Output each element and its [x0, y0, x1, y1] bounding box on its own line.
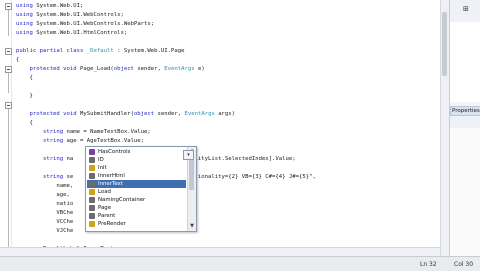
code-line[interactable]: using System.Web.UI.WebControls.WebParts…: [16, 20, 154, 29]
event-icon: [89, 189, 95, 195]
intellisense-item[interactable]: Parent: [87, 212, 186, 220]
intellisense-item[interactable]: PreRender: [87, 220, 186, 228]
intellisense-item-label: InnerHtml: [98, 173, 125, 179]
intellisense-item[interactable]: ID: [87, 156, 186, 164]
code-line[interactable]: {: [16, 56, 19, 65]
code-line[interactable]: natio: [16, 200, 73, 209]
fold-toggle-submit-handler[interactable]: [5, 102, 12, 109]
property-icon: [89, 157, 95, 163]
code-line[interactable]: VBChe: [16, 209, 73, 218]
intellisense-item-label: NamingContainer: [98, 197, 146, 203]
method-icon: [89, 149, 95, 155]
code-line[interactable]: {: [16, 119, 32, 128]
code-line[interactable]: {: [16, 74, 32, 83]
vertical-scrollbar[interactable]: [440, 0, 449, 256]
property-icon: [89, 181, 95, 187]
intellisense-item[interactable]: Load: [87, 188, 186, 196]
intellisense-item-label: Init: [98, 165, 107, 171]
code-line[interactable]: protected void Page_Load(object sender, …: [16, 65, 204, 74]
scrollbar-thumb[interactable]: [442, 12, 447, 76]
intellisense-popup[interactable]: HasControls ID Init InnerHtml InnerText Load N…: [85, 146, 197, 232]
intellisense-item[interactable]: Page: [87, 204, 186, 212]
property-icon: [89, 213, 95, 219]
code-line[interactable]: VCChe: [16, 218, 73, 227]
intellisense-item[interactable]: NamingContainer: [87, 196, 186, 204]
property-icon: [89, 173, 95, 179]
fold-toggle-class[interactable]: [5, 48, 12, 55]
code-line[interactable]: public partial class _Default : System.W…: [16, 47, 185, 56]
fold-margin: [2, 0, 14, 256]
code-line[interactable]: using System.Web.UI.HtmlControls;: [16, 29, 127, 38]
properties-grid: [450, 128, 480, 256]
code-line[interactable]: string name = NameTextBox.Value;: [16, 128, 151, 137]
intellisense-item-label: HasControls: [98, 149, 131, 155]
intellisense-item-label: Page: [98, 205, 112, 211]
code-line[interactable]: string age = AgeTextBox.Value;: [16, 137, 144, 146]
code-line[interactable]: age,: [16, 191, 69, 200]
code-line[interactable]: VJChe: [16, 227, 73, 236]
code-line[interactable]: protected void MySubmitHandler(object se…: [16, 110, 235, 119]
code-line[interactable]: using System.Web.UI.WebControls;: [16, 11, 124, 20]
right-tool-pane: ⊞ Properties: [449, 0, 480, 256]
intellisense-item-label: PreRender: [98, 221, 126, 227]
pane-header: ⊞: [450, 0, 480, 23]
event-icon: [89, 165, 95, 171]
intellisense-scroll-thumb[interactable]: [189, 156, 194, 190]
code-line[interactable]: }: [16, 92, 32, 101]
intellisense-item[interactable]: HasControls: [87, 148, 186, 156]
property-icon: [89, 205, 95, 211]
fold-guide: [8, 73, 9, 93]
smart-tag-icon[interactable]: ▾: [183, 150, 194, 160]
status-line: Ln 32: [420, 261, 437, 268]
intellisense-item-label: Parent: [98, 213, 116, 219]
intellisense-item-label: ID: [98, 157, 104, 163]
horizontal-scrollbar[interactable]: [0, 247, 440, 256]
fold-toggle-usings[interactable]: [5, 3, 12, 10]
status-bar: Ln 32 Col 30: [0, 256, 480, 271]
event-icon: [89, 221, 95, 227]
pin-icon[interactable]: ⊞: [463, 6, 471, 13]
code-line[interactable]: using System.Web.UI;: [16, 2, 83, 11]
solution-explorer-area: [450, 22, 480, 102]
properties-tab[interactable]: Properties: [450, 106, 480, 116]
code-line[interactable]: name,: [16, 182, 73, 191]
fold-toggle-page-load[interactable]: [5, 66, 12, 73]
scroll-down-icon[interactable]: ▼: [189, 223, 195, 229]
intellisense-item-label: InnerText: [98, 181, 123, 187]
fold-guide: [8, 10, 9, 36]
code-editor[interactable]: using System.Web.UI; using System.Web.UI.…: [0, 0, 440, 256]
intellisense-item[interactable]: Init: [87, 164, 186, 172]
intellisense-item[interactable]: InnerText: [87, 180, 186, 188]
property-icon: [89, 197, 95, 203]
status-column: Col 30: [454, 261, 474, 268]
intellisense-item-label: Load: [98, 189, 111, 195]
fold-guide: [8, 109, 9, 251]
intellisense-item[interactable]: InnerHtml: [87, 172, 186, 180]
